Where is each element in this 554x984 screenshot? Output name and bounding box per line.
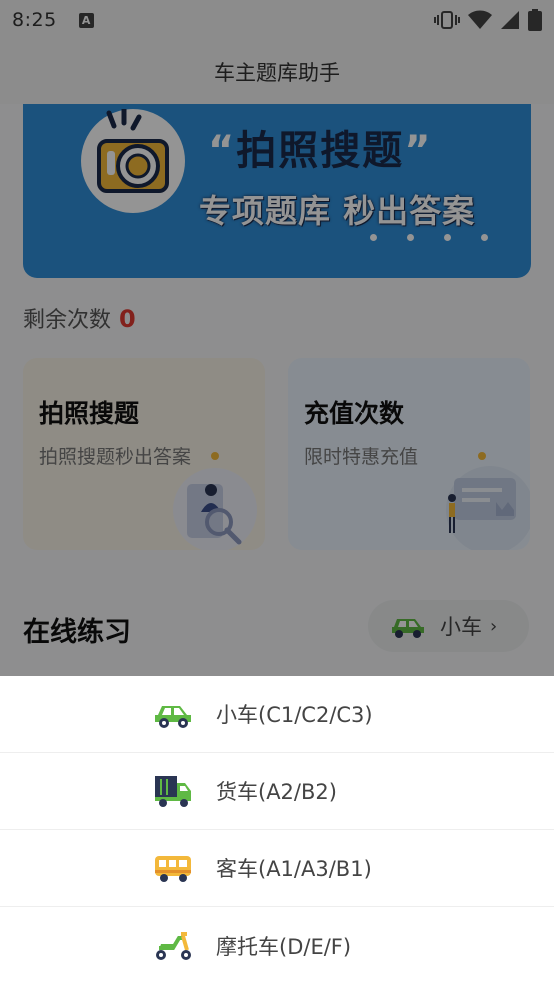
car-icon <box>155 706 191 728</box>
vehicle-type-sheet: 小车(C1/C2/C3) 货车(A2/B2) 客车(A1/A3/B1) 摩托车(… <box>0 676 554 984</box>
modal-scrim[interactable] <box>0 0 554 676</box>
vehicle-option-label: 货车(A2/B2) <box>216 780 337 804</box>
vehicle-option-label: 摩托车(D/E/F) <box>216 934 352 959</box>
scooter-icon <box>156 931 191 960</box>
vehicle-option-car[interactable]: 小车(C1/C2/C3) <box>0 676 554 753</box>
vehicle-option-bus[interactable]: 客车(A1/A3/B1) <box>0 830 554 907</box>
bus-icon <box>155 856 191 882</box>
vehicle-option-truck[interactable]: 货车(A2/B2) <box>0 753 554 830</box>
vehicle-option-label: 客车(A1/A3/B1) <box>216 857 372 881</box>
truck-icon <box>155 776 191 807</box>
vehicle-option-label: 小车(C1/C2/C3) <box>216 703 373 727</box>
vehicle-option-motorcycle[interactable]: 摩托车(D/E/F) <box>0 907 554 984</box>
